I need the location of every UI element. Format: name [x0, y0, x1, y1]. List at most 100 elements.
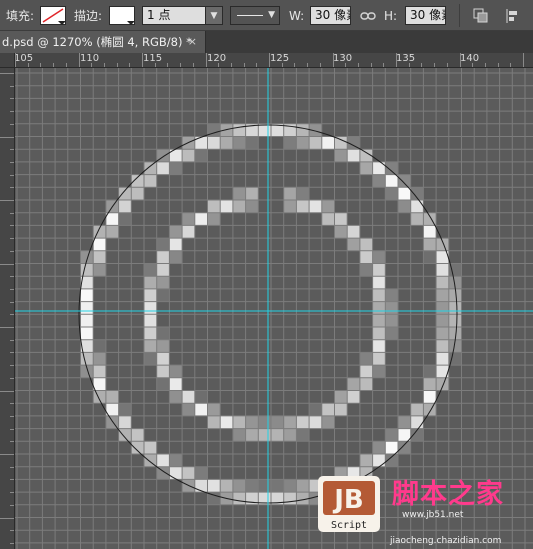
vertical-ruler[interactable] [0, 68, 15, 549]
stroke-width-field[interactable]: 1 点 [142, 6, 206, 25]
pixel [93, 238, 106, 251]
chevron-down-icon: ▼ [210, 10, 218, 21]
pixel [131, 187, 144, 200]
pixel [207, 212, 221, 226]
pixel [398, 200, 411, 213]
pixel [334, 149, 348, 162]
pixel [359, 161, 373, 175]
pixel [131, 441, 144, 454]
pixel [321, 212, 335, 226]
pixel [232, 479, 246, 493]
pixel [283, 187, 297, 200]
pixel [372, 276, 386, 289]
close-icon[interactable]: × [188, 31, 197, 53]
width-label-text: W: [289, 8, 305, 23]
pixel [80, 327, 94, 340]
ruler-tick [0, 517, 14, 519]
ruler-label: 125 [270, 53, 290, 64]
ruler-origin[interactable] [0, 53, 15, 68]
pixel [334, 212, 348, 226]
pixel [144, 288, 157, 302]
site-watermark: JB Script 脚本之家 www.jb51.net jiaocheng.ch… [312, 470, 533, 549]
pixel [156, 250, 170, 264]
width-field[interactable]: 30 像素 [310, 6, 351, 25]
pixel [436, 327, 449, 340]
path-operations-button[interactable] [471, 6, 491, 25]
stroke-label: 描边: [74, 0, 102, 31]
pixel [80, 301, 94, 315]
pixel [372, 365, 386, 378]
ruler-tick [332, 53, 334, 67]
jb51-logo: JB Script [318, 476, 380, 532]
pixel [283, 479, 297, 493]
pixel [169, 365, 183, 378]
stroke-type-dropdown[interactable]: ▼ [230, 6, 280, 25]
pixel [182, 225, 195, 239]
ruler-tick [0, 263, 14, 265]
pixel [423, 225, 437, 239]
pixel [296, 415, 310, 429]
pixel [309, 136, 322, 150]
pixel [156, 238, 170, 251]
fill-swatch[interactable] [40, 6, 66, 25]
pixel [436, 301, 449, 315]
pixel [144, 161, 157, 175]
pixel [385, 161, 398, 175]
pixel [359, 250, 373, 264]
pixel [258, 123, 271, 137]
pixel [93, 390, 106, 404]
pixel [359, 377, 373, 391]
pixel [372, 288, 386, 302]
pixel [359, 238, 373, 251]
pixel [334, 403, 348, 416]
pixel [118, 428, 132, 442]
pixel [156, 288, 170, 302]
pixel [436, 352, 449, 366]
pixel [283, 492, 297, 505]
stroke-width-dropdown-button[interactable]: ▼ [205, 6, 223, 25]
pixel [385, 314, 398, 327]
pixel [156, 161, 170, 175]
height-field[interactable]: 30 像素 [405, 6, 446, 25]
pixel [283, 415, 297, 429]
path-operations-icon [473, 8, 488, 22]
pixel [182, 403, 195, 416]
pixel [372, 314, 386, 327]
pixel [93, 250, 106, 264]
chevron-down-icon [58, 21, 66, 25]
pixel [182, 149, 195, 162]
pixel [105, 225, 119, 239]
pixel [169, 466, 183, 480]
ruler-tick [0, 73, 14, 74]
pixel [232, 123, 246, 137]
fill-label-text: 填充: [6, 9, 35, 23]
pixel [118, 403, 132, 416]
document-tab[interactable]: d.psd @ 1270% (椭圆 4, RGB/8) * × [0, 31, 206, 53]
pixel [80, 288, 94, 302]
pixel [321, 136, 335, 150]
pixel [144, 327, 157, 340]
pixel [436, 276, 449, 289]
pixel [359, 263, 373, 277]
path-alignment-button[interactable] [503, 6, 523, 25]
pixel [156, 365, 170, 378]
stroke-swatch[interactable] [109, 6, 135, 25]
pixel [398, 174, 411, 188]
pixel [245, 479, 259, 493]
ruler-label: 135 [396, 53, 416, 64]
pixel [93, 377, 106, 391]
pixel [448, 301, 462, 315]
pixel [156, 276, 170, 289]
pixel [321, 415, 335, 429]
ruler-tick [0, 390, 14, 392]
pixel [423, 390, 437, 404]
pixel [245, 415, 259, 429]
pixel [410, 403, 424, 416]
pixel [359, 352, 373, 366]
chevron-down-icon: ▼ [268, 10, 275, 20]
horizontal-ruler[interactable]: 105 110 115 120 125 130 135 140 [15, 53, 533, 68]
pixel [207, 415, 221, 429]
link-dimensions-button[interactable] [358, 6, 378, 25]
pixel [169, 390, 183, 404]
pixel [194, 390, 208, 404]
